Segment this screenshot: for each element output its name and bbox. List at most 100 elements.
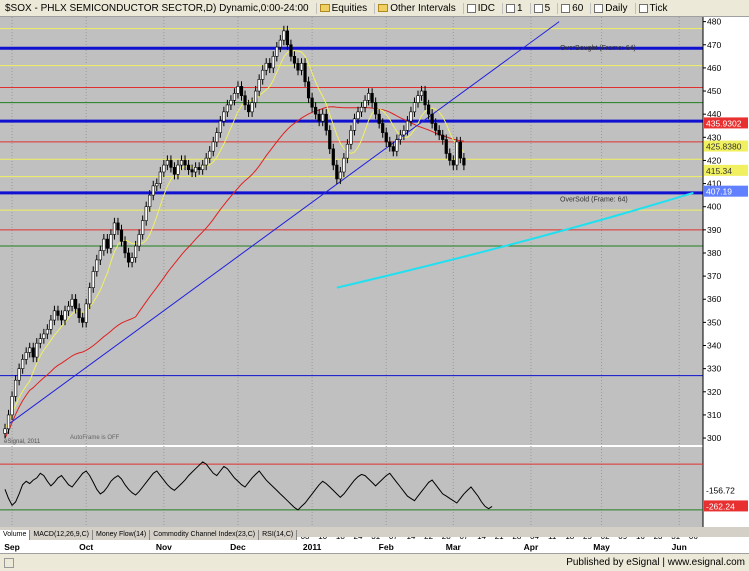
y-tick-label: 330 (707, 364, 721, 374)
candle-body (299, 62, 304, 71)
candle-body (451, 160, 455, 166)
price-tag-label: 425.8380 (706, 142, 742, 152)
candle-body (6, 414, 11, 430)
candle-body (162, 164, 166, 173)
candle-body (342, 157, 346, 173)
y-tick-label: 370 (707, 271, 721, 281)
interval-1-toggle[interactable]: 1 (502, 2, 526, 14)
tick-toggle[interactable]: Tick (634, 2, 671, 14)
candle-body (405, 120, 410, 131)
rsi-tag-label: -262.24 (706, 501, 735, 511)
y-tick-label: 400 (707, 202, 721, 212)
interval-5-label: 5 (544, 2, 551, 14)
candle-body (275, 46, 279, 57)
candle-body (169, 160, 173, 168)
interval-60-toggle[interactable]: 60 (557, 2, 586, 14)
x-month-label: Jun (672, 542, 687, 552)
y-tick-label: 390 (707, 225, 721, 235)
candle-body (377, 113, 381, 124)
candle-body (359, 106, 364, 113)
candle-body (366, 93, 371, 101)
study-tab[interactable]: Volume (0, 530, 31, 540)
candle-body (24, 352, 28, 360)
candle-body (225, 104, 229, 113)
y-tick-label: 320 (707, 387, 721, 397)
idc-label: IDC (477, 2, 496, 14)
checkbox-icon (533, 3, 543, 13)
candle-body (296, 62, 300, 71)
candle-body (352, 118, 357, 131)
candle-body (232, 93, 237, 101)
study-tab[interactable]: Commodity Channel Index(23,C) (150, 530, 260, 540)
candle-body (186, 164, 191, 170)
candle-body (395, 139, 399, 152)
y-tick-label: 380 (707, 248, 721, 258)
y-tick-label: 460 (707, 63, 721, 73)
candle-body (384, 132, 388, 143)
price-tag-label: 407.19 (706, 187, 732, 197)
candle-body (324, 113, 328, 131)
candle-body (222, 111, 226, 122)
candle-body (434, 123, 438, 131)
candle-body (243, 95, 247, 106)
candle-body (246, 104, 251, 113)
candle-body (458, 141, 462, 159)
study-tab[interactable]: RSI(14,C) (259, 530, 298, 540)
x-month-label: May (593, 542, 610, 552)
candle-body (423, 90, 427, 106)
candle-body (84, 303, 88, 323)
candle-body (176, 164, 180, 175)
daily-toggle[interactable]: Daily (590, 2, 630, 14)
published-by: Published by eSignal | www.esignal.com (566, 557, 745, 568)
candle-body (77, 308, 81, 319)
study-tab[interactable]: MACD(12,26,9,C) (30, 530, 93, 540)
study-tab[interactable]: Money Flow(14) (93, 530, 151, 540)
checkbox-icon (561, 3, 571, 13)
idc-toggle[interactable]: IDC (462, 2, 498, 14)
candle-body (289, 44, 293, 57)
rsi-panel (0, 447, 703, 527)
candle-body (363, 99, 367, 108)
candle-body (56, 310, 60, 316)
candle-body (123, 241, 127, 254)
interval-5-toggle[interactable]: 5 (529, 2, 554, 14)
candle-body (374, 102, 378, 115)
candle-body (204, 157, 208, 166)
candle-body (356, 111, 360, 120)
candle-body (321, 113, 325, 122)
candle-body (211, 141, 215, 152)
candle-body (155, 183, 159, 187)
y-tick-label: 310 (707, 410, 721, 420)
checkbox-icon (506, 3, 516, 13)
other-intervals-button[interactable]: Other Intervals (374, 2, 459, 14)
toolbar: $SOX - PHLX SEMICONDUCTOR SECTOR,D) Dyna… (0, 0, 749, 17)
x-month-label: Mar (446, 542, 462, 552)
candle-body (42, 333, 46, 339)
candle-body (349, 130, 353, 145)
candle-body (444, 139, 448, 154)
resize-grip-icon[interactable] (4, 558, 14, 568)
equities-button[interactable]: Equities (315, 2, 371, 14)
candle-body (141, 220, 145, 235)
x-month-label: 2011 (303, 542, 322, 552)
folder-icon (319, 4, 330, 12)
x-month-label: Apr (524, 542, 539, 552)
candle-body (45, 329, 49, 335)
candle-body (190, 169, 194, 173)
candle-body (335, 164, 339, 180)
symbol-title[interactable]: $SOX - PHLX SEMICONDUCTOR SECTOR,D) Dyna… (2, 3, 312, 14)
y-tick-label: 420 (707, 155, 721, 165)
x-month-label: Dec (230, 542, 246, 552)
candle-body (38, 338, 42, 344)
study-tabs: Volume MACD(12,26,9,C) Money Flow(14) Commo… (0, 527, 749, 540)
price-chart[interactable]: OverBought (Frame: 64) OverSold (Frame: 6… (0, 17, 749, 553)
autoframe-watermark: AutoFrame is OFF (70, 435, 120, 441)
candle-body (134, 245, 138, 258)
y-tick-label: 340 (707, 341, 721, 351)
y-tick-label: 470 (707, 40, 721, 50)
candle-body (215, 132, 219, 143)
candle-body (52, 310, 57, 321)
candle-body (412, 102, 417, 113)
candle-body (331, 148, 335, 166)
checkbox-icon (638, 3, 648, 13)
